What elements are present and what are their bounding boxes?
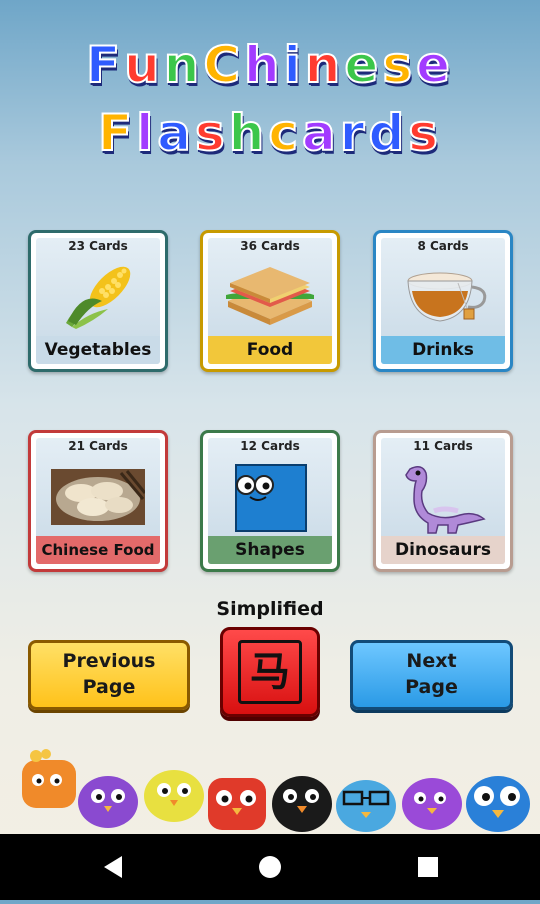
previous-page-button[interactable]: Previous Page xyxy=(28,640,190,710)
deck-card-chinese-food[interactable]: 21 Cards Chinese Food xyxy=(28,430,168,572)
title-letter: e xyxy=(415,36,455,94)
sandwich-icon xyxy=(222,261,318,335)
card-label: Shapes xyxy=(208,536,332,564)
title-letter: s xyxy=(381,36,417,94)
dinosaur-icon xyxy=(398,461,488,539)
character-glyph: 马 xyxy=(238,640,302,704)
title-letter: s xyxy=(407,104,443,162)
tea-cup-icon xyxy=(398,261,488,335)
card-label: Chinese Food xyxy=(36,536,160,564)
title-letter: u xyxy=(123,36,164,94)
yellow-bird-icon xyxy=(144,770,204,822)
deck-card-shapes[interactable]: 12 Cards Shapes xyxy=(200,430,340,572)
title-letter: C xyxy=(202,36,245,94)
card-count: 21 Cards xyxy=(68,439,128,453)
previous-page-label: Previous Page xyxy=(62,650,156,698)
back-button[interactable] xyxy=(78,834,148,900)
script-mode-caption: Simplified xyxy=(216,598,324,620)
app-title-line1: Fun Chinese xyxy=(0,36,540,94)
app-title-line2: Flashcards xyxy=(0,104,540,162)
back-icon xyxy=(104,856,122,878)
title-letter: d xyxy=(367,104,409,162)
script-toggle-button[interactable]: 马 xyxy=(220,627,320,717)
deck-card-vegetables[interactable]: 23 Cards Vegetables xyxy=(28,230,168,372)
deck-card-dinosaurs[interactable]: 11 Cards Dinosaurs xyxy=(373,430,513,572)
title-letter: i xyxy=(283,36,305,94)
title-letter: s xyxy=(194,104,229,162)
card-label: Dinosaurs xyxy=(381,536,505,564)
blue-bird-glasses-icon xyxy=(336,780,396,832)
card-count: 36 Cards xyxy=(240,239,300,253)
orange-bird-icon xyxy=(22,749,76,808)
recents-icon xyxy=(418,857,438,877)
card-count: 23 Cards xyxy=(68,239,128,253)
title-letter: h xyxy=(228,104,269,162)
recents-button[interactable] xyxy=(393,834,463,900)
title-letter: n xyxy=(163,36,204,94)
blue-square-icon xyxy=(228,461,312,537)
next-page-button[interactable]: Next Page xyxy=(350,640,513,710)
next-page-label: Next Page xyxy=(405,650,458,698)
deck-card-food[interactable]: 36 Cards Food xyxy=(200,230,340,372)
card-label: Food xyxy=(208,336,332,364)
title-letter: h xyxy=(243,36,284,94)
black-bird-icon xyxy=(272,776,332,832)
card-count: 12 Cards xyxy=(240,439,300,453)
title-letter: a xyxy=(301,104,340,162)
system-navigation-bar xyxy=(0,834,540,900)
blue-bird-icon xyxy=(466,776,530,832)
card-label: Drinks xyxy=(381,336,505,364)
deck-card-drinks[interactable]: 8 Cards Drinks xyxy=(373,230,513,372)
home-icon xyxy=(259,856,281,878)
title-letter: a xyxy=(156,104,196,162)
card-label: Vegetables xyxy=(36,336,160,364)
mascot-row xyxy=(0,748,540,834)
title-letter: n xyxy=(304,36,345,94)
title-letter: F xyxy=(85,36,125,94)
purple-bird-icon xyxy=(402,778,462,830)
title-letter: F xyxy=(97,104,137,162)
purple-bird-icon xyxy=(78,776,138,828)
dumplings-icon xyxy=(51,461,147,529)
home-button[interactable] xyxy=(235,834,305,900)
card-count: 11 Cards xyxy=(413,439,473,453)
corn-icon xyxy=(58,261,138,335)
card-count: 8 Cards xyxy=(417,239,469,253)
title-letter: r xyxy=(339,104,369,162)
title-letter: l xyxy=(135,104,158,162)
red-bird-icon xyxy=(208,778,266,830)
title-letter: c xyxy=(267,104,303,162)
title-letter: e xyxy=(343,36,383,94)
